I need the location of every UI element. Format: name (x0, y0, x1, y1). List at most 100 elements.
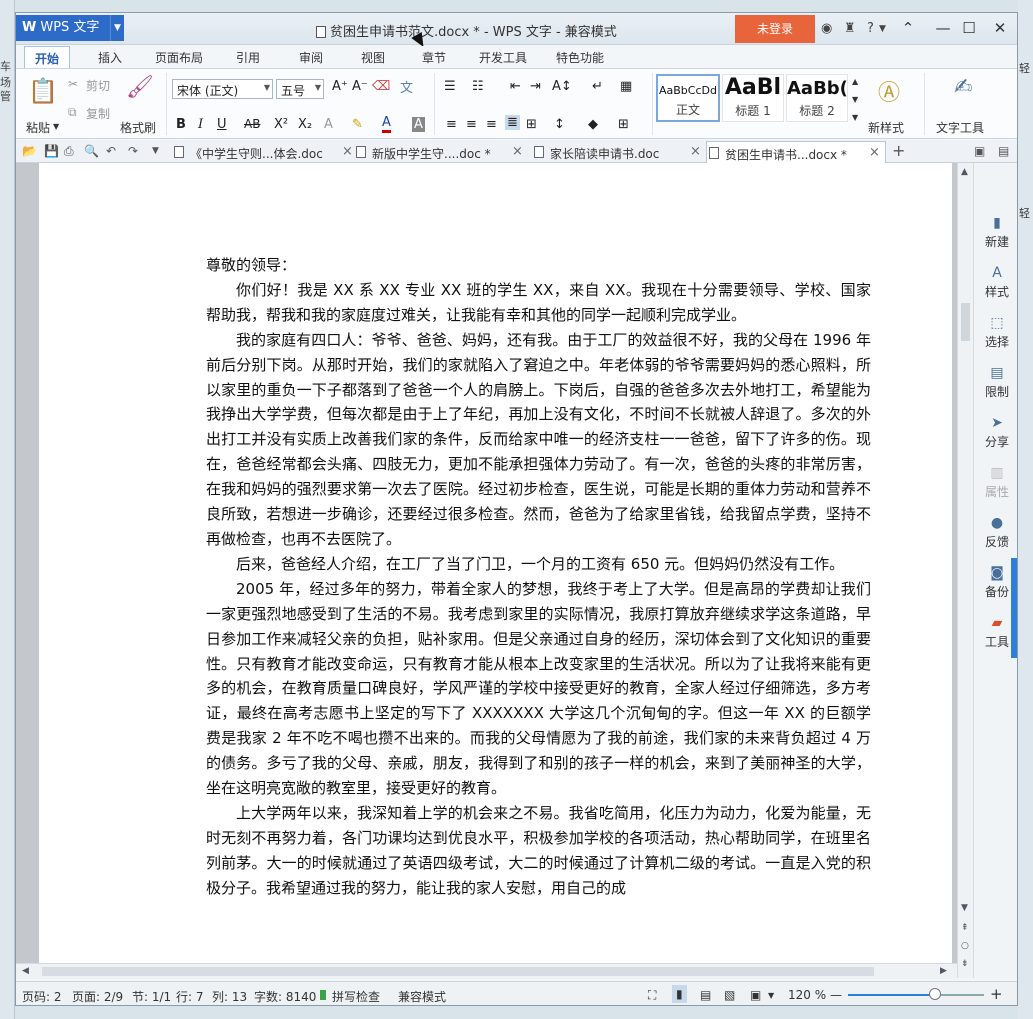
shrink-font-icon[interactable]: A⁻ (352, 79, 368, 94)
distribute-icon[interactable]: ⊞ (526, 117, 537, 132)
login-button[interactable]: 未登录 (735, 15, 815, 43)
tab-menu-icon[interactable]: ▣ (974, 144, 985, 158)
status-page-count[interactable]: 页面: 2/9 (72, 988, 123, 1005)
table-icon[interactable]: ▦ (620, 79, 632, 94)
increase-indent-icon[interactable]: ⇥ (530, 79, 541, 94)
show-marks-icon[interactable]: ↵ (592, 79, 603, 94)
outline-view-icon[interactable]: ▤ (700, 988, 711, 1002)
read-view-icon[interactable]: ▧ (724, 988, 735, 1002)
fullscreen-view-icon[interactable]: ⛶ (648, 988, 656, 1003)
zoom-in-button[interactable]: + (990, 985, 1003, 1003)
document-area[interactable]: 尊敬的领导： 你们好！我是 XX 系 XX 专业 XX 班的学生 XX，来自 X… (16, 163, 957, 978)
underline-button[interactable]: U (217, 117, 227, 132)
status-column[interactable]: 列: 13 (212, 988, 247, 1005)
new-style-icon[interactable]: Ⓐ (878, 75, 900, 107)
paragraph[interactable]: 上大学两年以来，我深知着上学的机会来之不易。我省吃简用，化压力为动力，化爱为能量… (206, 801, 871, 901)
maximize-button[interactable]: ☐ (957, 18, 981, 38)
text-effect-icon[interactable]: A (324, 117, 333, 132)
sidebar-item-properties[interactable]: ▥ 属性 (974, 465, 1017, 500)
italic-button[interactable]: I (198, 117, 203, 132)
chevron-down-icon[interactable]: ▼ (768, 991, 774, 1000)
undo-icon[interactable]: ↶ (106, 144, 116, 158)
tab-chapter[interactable]: 章节 (422, 49, 446, 66)
status-page-number[interactable]: 页码: 2 (22, 988, 62, 1005)
bullet-list-icon[interactable]: ☰ (444, 79, 456, 94)
scroll-down-icon[interactable]: ▼ (961, 903, 968, 913)
doc-tab-active[interactable]: 贫困生申请书...docx * × (706, 141, 886, 163)
tab-references[interactable]: 引用 (236, 49, 260, 66)
scroll-right-icon[interactable]: ▶ (940, 966, 947, 976)
close-icon[interactable]: × (869, 145, 880, 160)
sidebar-item-select[interactable]: ⬚ 选择 (974, 315, 1017, 350)
paragraph[interactable]: 2005 年，经过多年的努力，带着全家人的梦想，我终于考上了大学。但是高昂的学费… (206, 577, 871, 801)
highlight-icon[interactable]: ✎ (352, 117, 363, 132)
clear-format-icon[interactable]: ⌫ (372, 79, 390, 94)
status-compat-mode[interactable]: 兼容模式 (398, 988, 446, 1005)
tab-home[interactable]: 开始 (24, 46, 71, 68)
page-view-icon[interactable]: ▮ (672, 985, 687, 1003)
font-color-icon[interactable]: A (382, 115, 391, 133)
paragraph[interactable]: 我的家庭有四口人：爷爷、爸爸、妈妈，还有我。由于工厂的效益很不好，我的父母在 1… (206, 328, 871, 552)
document-body[interactable]: 尊敬的领导： 你们好！我是 XX 系 XX 专业 XX 班的学生 XX，来自 X… (206, 253, 871, 901)
style-heading-2[interactable]: AaBb( 标题 2 (786, 74, 848, 122)
decrease-indent-icon[interactable]: ⇤ (510, 79, 521, 94)
status-spell-check[interactable]: 拼写检查 (332, 988, 380, 1005)
style-scroll-up-icon[interactable]: ▲ (852, 77, 858, 86)
chevron-down-icon[interactable]: ▼ (152, 146, 159, 156)
paste-button[interactable]: 粘贴 (26, 119, 50, 136)
style-heading-1[interactable]: AaBl 标题 1 (722, 74, 784, 122)
close-icon[interactable]: × (342, 144, 353, 159)
chinese-layout-icon[interactable]: A↕ (552, 79, 572, 94)
status-section[interactable]: 节: 1/1 (132, 988, 171, 1005)
status-word-count[interactable]: 字数: 8140 (254, 988, 316, 1005)
superscript-button[interactable]: X² (274, 117, 288, 132)
zoom-out-button[interactable]: — (830, 988, 842, 1002)
skin-icon[interactable]: ◉ (821, 21, 832, 36)
scroll-left-icon[interactable]: ◀ (22, 966, 29, 976)
sidebar-item-share[interactable]: ➤ 分享 (974, 415, 1017, 450)
tab-review[interactable]: 审阅 (299, 49, 323, 66)
horizontal-scrollbar[interactable]: ◀ ▶ (16, 963, 957, 979)
style-scroll-down-icon[interactable]: ▼ (852, 95, 858, 104)
sidebar-item-new[interactable]: ▮ 新建 (974, 215, 1017, 250)
text-tools-icon[interactable]: ✍ (954, 75, 972, 100)
app-menu-button[interactable]: W WPS 文字 ▼ (16, 15, 124, 41)
brush-icon[interactable]: 🖌 (126, 75, 154, 100)
numbered-list-icon[interactable]: ☷ (472, 79, 484, 94)
char-shading-icon[interactable]: A (412, 117, 425, 132)
doc-tab[interactable]: 《中学生守则...体会.doc × (172, 141, 353, 163)
text-tools-button[interactable]: 文字工具 (936, 119, 984, 136)
align-justify-icon[interactable]: ≣ (505, 115, 520, 130)
doc-tab[interactable]: 新版中学生守....doc * × (354, 141, 526, 163)
minimize-button[interactable]: — (931, 18, 955, 38)
strikethrough-button[interactable]: AB (244, 117, 260, 131)
chevron-down-icon[interactable]: ▼ (110, 15, 124, 41)
paragraph[interactable]: 后来，爸爸经人介绍，在工厂了当了门卫，一个月的工资有 650 元。但妈妈仍然没有… (206, 552, 871, 577)
print-preview-icon[interactable]: 🔍 (84, 144, 99, 158)
pinyin-icon[interactable]: 文 (400, 77, 413, 96)
vertical-scrollbar[interactable]: ▲ ▼ ⇞ ○ ⇟ (957, 163, 973, 978)
prev-page-icon[interactable]: ⇞ (961, 923, 969, 933)
chevron-down-icon[interactable]: ▼ (879, 24, 886, 34)
font-name-select[interactable]: 宋体 (正文) ▼ (172, 79, 273, 99)
tab-view[interactable]: 视图 (361, 49, 385, 66)
sidebar-item-style[interactable]: A 样式 (974, 265, 1017, 300)
scissors-icon[interactable]: ✂ (68, 77, 78, 91)
close-icon[interactable]: × (512, 144, 523, 159)
sidebar-item-feedback[interactable]: ● 反馈 (974, 515, 1017, 550)
zoom-slider-knob[interactable] (929, 988, 942, 1000)
copy-icon[interactable]: ⧉ (68, 105, 77, 120)
document-page[interactable]: 尊敬的领导： 你们好！我是 XX 系 XX 专业 XX 班的学生 XX，来自 X… (39, 163, 952, 978)
copy-button[interactable]: 复制 (86, 105, 110, 122)
collapse-ribbon-icon[interactable]: ⌃ (896, 18, 920, 38)
sidebar-item-restrict[interactable]: ▤ 限制 (974, 365, 1017, 400)
open-folder-icon[interactable]: 📂 (22, 144, 37, 158)
close-button[interactable]: ✕ (988, 18, 1012, 38)
tab-developer[interactable]: 开发工具 (479, 49, 527, 66)
redo-icon[interactable]: ↷ (128, 144, 138, 158)
line-spacing-icon[interactable]: ↕ (554, 117, 565, 132)
next-page-icon[interactable]: ⇟ (961, 959, 969, 969)
style-more-icon[interactable]: ▼ (852, 113, 858, 122)
paragraph[interactable]: 尊敬的领导： (206, 253, 871, 278)
tab-page-layout[interactable]: 页面布局 (155, 49, 203, 66)
